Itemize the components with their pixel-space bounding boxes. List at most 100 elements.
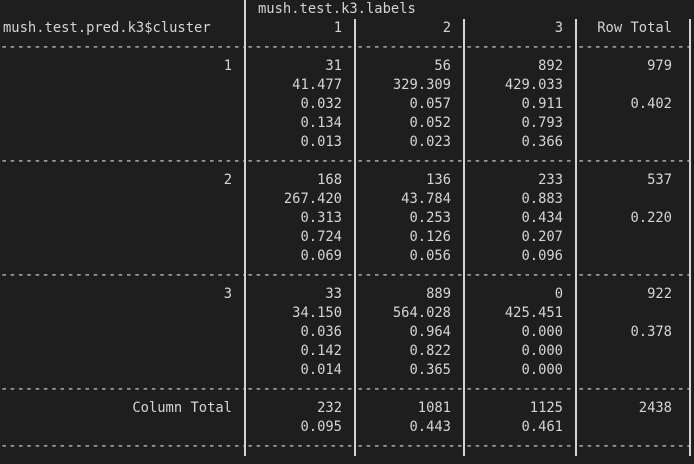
column-divider — [463, 437, 465, 456]
table-cell: 0 — [554, 286, 563, 302]
column-variable-label: mush.test.k3.labels — [258, 1, 416, 17]
table-cell: 0.461 — [521, 419, 563, 435]
column-divider — [354, 152, 356, 171]
table-cell: 0.032 — [300, 96, 342, 112]
table-cell: 889 — [426, 286, 451, 302]
separator-dashes: ---------------------------------------- — [0, 267, 244, 283]
table-row: 0.036 0.964 0.000 0.378 — [0, 323, 694, 342]
separator-row: ------------------------------ ----------… — [0, 437, 694, 456]
column-divider — [354, 380, 356, 399]
column-total-row: 0.095 0.443 0.461 — [0, 418, 694, 437]
column-divider — [689, 19, 691, 38]
column-divider — [463, 152, 465, 171]
table-cell — [577, 76, 672, 95]
column-divider — [689, 228, 691, 247]
column-divider — [244, 437, 246, 456]
separator-dashes: ---------------------------------------- — [246, 39, 354, 55]
column-divider — [689, 95, 691, 114]
table-cell: 0.220 — [630, 210, 672, 226]
table-cell: 56 — [434, 58, 451, 74]
separator-dashes: ---------------------------------------- — [246, 153, 354, 169]
table-cell: 1125 — [529, 400, 563, 416]
table-cell: 136 — [426, 172, 451, 188]
table-cell: 0.313 — [300, 210, 342, 226]
column-divider — [244, 38, 246, 57]
table-cell: 0.000 — [521, 324, 563, 340]
table-cell: 0.036 — [300, 324, 342, 340]
column-divider — [689, 323, 691, 342]
column-divider — [689, 38, 691, 57]
column-total-row: Column Total 232 1081 1125 2438 — [0, 399, 694, 418]
column-divider — [689, 342, 691, 361]
table-cell: 0.134 — [300, 115, 342, 131]
column-divider — [689, 418, 691, 437]
column-divider — [575, 152, 577, 171]
table-row: 267.420 43.784 0.883 — [0, 190, 694, 209]
separator-row: ------------------------------ ----------… — [0, 380, 694, 399]
separator-dashes: ---------------------------------------- — [246, 267, 354, 283]
separator-dashes: ---------------------------------------- — [0, 153, 244, 169]
table-cell — [577, 418, 672, 437]
separator-dashes: ---------------------------------------- — [356, 153, 463, 169]
column-divider — [689, 209, 691, 228]
header-row: mush.test.pred.k3$cluster 1 2 3 Row Total — [0, 19, 694, 38]
table-cell: 0.142 — [300, 343, 342, 359]
separator-row: ------------------------------ ----------… — [0, 38, 694, 57]
table-cell: 0.911 — [521, 96, 563, 112]
column-divider — [354, 38, 356, 57]
column-divider — [689, 190, 691, 209]
separator-dashes: ---------------------------------------- — [246, 438, 354, 454]
table-cell: 0.000 — [521, 362, 563, 378]
column-divider — [689, 399, 691, 418]
table-cell: 0.014 — [300, 362, 342, 378]
table-row: 0.724 0.126 0.207 — [0, 228, 694, 247]
table-cell: 537 — [647, 172, 672, 188]
row-label: 3 — [223, 286, 232, 302]
table-row: 1 31 56 892 979 — [0, 57, 694, 76]
table-cell: 0.069 — [300, 248, 342, 264]
table-cell: 0.013 — [300, 134, 342, 150]
separator-dashes: ---------------------------------------- — [465, 267, 575, 283]
table-cell: 0.000 — [521, 343, 563, 359]
header-variable-row: mush.test.k3.labels — [0, 0, 694, 19]
column-divider — [689, 114, 691, 133]
table-cell: 0.095 — [300, 419, 342, 435]
table-cell: 34.150 — [292, 305, 342, 321]
column-divider — [689, 133, 691, 152]
table-cell: 0.052 — [409, 115, 451, 131]
column-divider — [575, 266, 577, 285]
separator-dashes: ---------------------------------------- — [356, 39, 463, 55]
table-row: 2 168 136 233 537 — [0, 171, 694, 190]
separator-dashes: ---------------------------------------- — [356, 438, 463, 454]
table-row: 0.069 0.056 0.096 — [0, 247, 694, 266]
table-cell: 922 — [647, 286, 672, 302]
column-divider — [689, 152, 691, 171]
table-cell: 0.724 — [300, 229, 342, 245]
column-divider — [463, 380, 465, 399]
column-divider — [689, 57, 691, 76]
column-divider — [244, 266, 246, 285]
column-header: 1 — [333, 20, 342, 36]
column-divider — [244, 380, 246, 399]
table-cell: 0.434 — [521, 210, 563, 226]
table-cell — [577, 361, 672, 380]
column-header-row-total: Row Total — [597, 20, 672, 36]
table-row: 3 33 889 0 922 — [0, 285, 694, 304]
table-cell: 0.402 — [630, 96, 672, 112]
separator-row: ------------------------------ ----------… — [0, 152, 694, 171]
column-divider — [575, 380, 577, 399]
separator-dashes: ---------------------------------------- — [0, 381, 244, 397]
separator-dashes: ---------------------------------------- — [0, 39, 244, 55]
column-divider — [575, 437, 577, 456]
table-cell: 425.451 — [504, 305, 563, 321]
column-divider — [689, 285, 691, 304]
table-row: 0.134 0.052 0.793 — [0, 114, 694, 133]
column-divider — [354, 437, 356, 456]
separator-dashes: ---------------------------------------- — [465, 39, 575, 55]
table-cell: 33 — [325, 286, 342, 302]
table-row: 0.142 0.822 0.000 — [0, 342, 694, 361]
table-cell: 329.309 — [392, 77, 451, 93]
column-divider — [354, 266, 356, 285]
column-divider — [575, 38, 577, 57]
table-cell: 0.056 — [409, 248, 451, 264]
